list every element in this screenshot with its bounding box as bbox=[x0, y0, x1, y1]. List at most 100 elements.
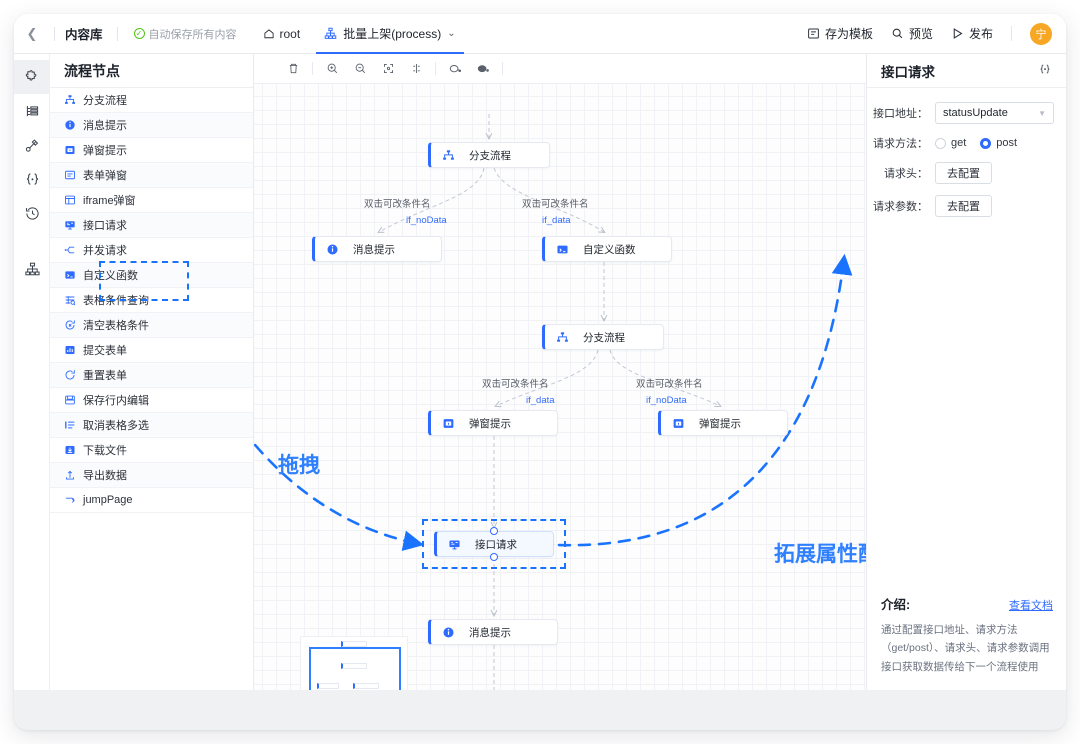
info-icon bbox=[325, 242, 339, 256]
rail-item-pen[interactable] bbox=[14, 128, 50, 162]
node-list-item[interactable]: jumpPage bbox=[50, 488, 253, 513]
flow-node[interactable]: 分支流程 bbox=[428, 142, 550, 168]
function-icon bbox=[65, 271, 75, 279]
edge-condition-name[interactable]: if_data bbox=[526, 395, 555, 406]
rail-item-code[interactable] bbox=[14, 162, 50, 196]
minimap[interactable] bbox=[300, 636, 408, 690]
reset-icon bbox=[65, 370, 75, 380]
rail-item-puzzle[interactable] bbox=[14, 60, 50, 94]
annotation-text: 拖拽 bbox=[278, 454, 320, 477]
node-list-item-label: 提交表单 bbox=[83, 345, 127, 357]
avatar[interactable]: 宁 bbox=[1030, 22, 1052, 45]
node-list-item-label: 重置表单 bbox=[83, 370, 127, 382]
align-icon[interactable] bbox=[403, 58, 429, 80]
code-braces-icon bbox=[26, 172, 38, 185]
node-list-item[interactable]: 接口请求 bbox=[50, 213, 253, 238]
node-list-item[interactable]: 弹窗提示 bbox=[50, 138, 253, 163]
radio-get[interactable]: get bbox=[935, 137, 966, 149]
flow-node[interactable]: 弹窗提示 bbox=[428, 410, 558, 436]
node-list-item-label: jumpPage bbox=[83, 494, 133, 506]
flow-node[interactable]: 弹窗提示 bbox=[658, 410, 788, 436]
node-list-item[interactable]: 分支流程 bbox=[50, 88, 253, 113]
node-list-item[interactable]: 清空表格条件 bbox=[50, 313, 253, 338]
modal-icon bbox=[65, 145, 75, 155]
view-doc-link[interactable]: 查看文档 bbox=[1009, 597, 1053, 613]
edge-condition-name[interactable]: if_data bbox=[542, 215, 571, 226]
publish-button[interactable]: 发布 bbox=[951, 25, 993, 42]
export-icon bbox=[64, 469, 76, 481]
node-list-item[interactable]: 导出数据 bbox=[50, 463, 253, 488]
url-select-value: statusUpdate bbox=[943, 107, 1008, 119]
edge-condition-name[interactable]: if_noData bbox=[406, 215, 447, 226]
node-list-item[interactable]: 消息提示 bbox=[50, 113, 253, 138]
chevron-down-icon[interactable]: ⌄ bbox=[447, 28, 455, 39]
headers-config-button[interactable]: 去配置 bbox=[935, 162, 992, 184]
concurrent-icon bbox=[64, 244, 76, 256]
zoom-out-icon[interactable] bbox=[347, 58, 373, 80]
url-select[interactable]: statusUpdate ▼ bbox=[935, 102, 1054, 124]
rail-item-outline-tree[interactable] bbox=[14, 94, 50, 128]
node-port-top[interactable] bbox=[490, 527, 498, 535]
breadcrumb-root[interactable]: root bbox=[249, 27, 315, 41]
flow-node[interactable]: 消息提示 bbox=[428, 619, 558, 645]
rail-item-hierarchy[interactable] bbox=[14, 252, 50, 286]
rail-item-history[interactable] bbox=[14, 196, 50, 230]
header-divider bbox=[1011, 26, 1012, 41]
reset-icon bbox=[64, 369, 76, 381]
field-method: 请求方法： get post bbox=[873, 135, 1054, 151]
footer-description: 通过配置接口地址、请求方法（get/post）、请求头、请求参数调用接口获取数据… bbox=[881, 623, 1050, 673]
flow-node-label: 接口请求 bbox=[475, 538, 517, 551]
flow-node[interactable]: 自定义函数 bbox=[542, 236, 672, 262]
radio-post-label: post bbox=[996, 137, 1018, 149]
header-actions: 存为模板 预览 发布 宁 bbox=[807, 22, 1066, 45]
autosave-status: ✓ 自动保存所有内容 bbox=[122, 26, 249, 42]
node-list-item[interactable]: 下载文件 bbox=[50, 438, 253, 463]
properties-title: 接口请求 bbox=[881, 64, 935, 80]
properties-footer: 介绍: 查看文档 通过配置接口地址、请求方法（get/post）、请求头、请求参… bbox=[867, 594, 1066, 690]
preview-button[interactable]: 预览 bbox=[891, 25, 933, 42]
node-list-item[interactable]: 表格条件查询 bbox=[50, 288, 253, 313]
fit-icon[interactable] bbox=[375, 58, 401, 80]
field-headers: 请求头： 去配置 bbox=[873, 162, 1054, 184]
tab-process[interactable]: 批量上架(process) ⌄ bbox=[314, 14, 465, 54]
paint-icon[interactable] bbox=[442, 58, 468, 80]
zoom-in-icon[interactable] bbox=[319, 58, 345, 80]
params-config-button[interactable]: 去配置 bbox=[935, 195, 992, 217]
api-icon bbox=[448, 539, 460, 549]
node-list-item[interactable]: 提交表单 bbox=[50, 338, 253, 363]
edge-condition-name[interactable]: if_noData bbox=[646, 395, 687, 406]
modal-icon bbox=[441, 416, 455, 430]
modal-icon bbox=[671, 416, 685, 430]
node-list-item[interactable]: 并发请求 bbox=[50, 238, 253, 263]
node-list-item[interactable]: 保存行内编辑 bbox=[50, 388, 253, 413]
list-icon bbox=[64, 419, 76, 431]
footer-header: 介绍: 查看文档 bbox=[881, 594, 1053, 613]
node-port-bottom[interactable] bbox=[490, 553, 498, 561]
concurrent-icon bbox=[64, 246, 75, 254]
fill-icon[interactable] bbox=[470, 58, 496, 80]
node-list-item[interactable]: 重置表单 bbox=[50, 363, 253, 388]
info-icon bbox=[442, 626, 454, 638]
radio-post[interactable]: post bbox=[980, 137, 1017, 149]
info-icon bbox=[326, 243, 338, 255]
annotation-arrow bbox=[537, 253, 853, 547]
field-url: 接口地址： statusUpdate ▼ bbox=[873, 102, 1054, 124]
node-list-item[interactable]: 表单弹窗 bbox=[50, 163, 253, 188]
api-icon bbox=[64, 219, 76, 231]
node-list-item[interactable]: 取消表格多选 bbox=[50, 413, 253, 438]
form-modal-icon bbox=[65, 170, 75, 180]
node-list-item-label: 取消表格多选 bbox=[83, 420, 149, 432]
back-icon[interactable]: ❮ bbox=[14, 14, 50, 54]
chevron-down-icon[interactable]: ▼ bbox=[1038, 109, 1046, 118]
flow-node[interactable]: 分支流程 bbox=[542, 324, 664, 350]
minimap-viewport[interactable] bbox=[309, 647, 401, 690]
toolbar-separator-2 bbox=[435, 62, 436, 75]
flow-canvas[interactable]: 分支流程消息提示自定义函数分支流程弹窗提示弹窗提示接口请求消息提示自定义函数 双… bbox=[254, 84, 866, 690]
code-braces-icon[interactable] bbox=[1038, 62, 1052, 79]
trash-icon[interactable] bbox=[280, 58, 306, 80]
flow-node[interactable]: 消息提示 bbox=[312, 236, 442, 262]
node-list-item[interactable]: iframe弹窗 bbox=[50, 188, 253, 213]
radio-post-dot bbox=[980, 137, 992, 149]
save-as-template-button[interactable]: 存为模板 bbox=[807, 25, 873, 42]
node-list-item[interactable]: 自定义函数 bbox=[50, 263, 253, 288]
